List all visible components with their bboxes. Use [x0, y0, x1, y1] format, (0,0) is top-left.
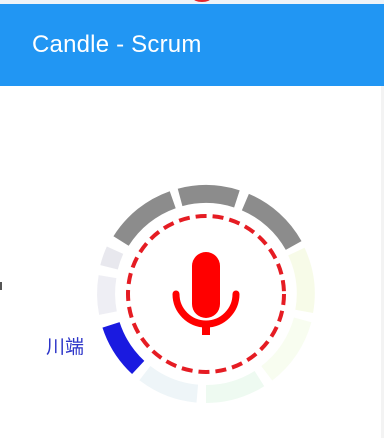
app-screen: Candle - Scrum 川端	[0, 0, 384, 438]
participant-label: 川端	[46, 337, 85, 358]
ring-segment-bottom-left	[139, 365, 199, 403]
mic-stand	[202, 321, 210, 335]
app-bar: Candle - Scrum	[0, 4, 384, 86]
ring-segment-left-upper	[100, 246, 124, 270]
edge-mark	[0, 282, 2, 290]
ring-segment-active	[102, 321, 145, 375]
notification-dot	[193, 0, 211, 2]
mic-capsule	[192, 252, 220, 318]
voice-visualizer[interactable]	[90, 178, 322, 410]
ring-segment-right-upper	[288, 247, 315, 313]
ring-segment-left-lower	[97, 275, 117, 315]
ring-segment-bottom-right	[205, 370, 265, 404]
app-title: Candle - Scrum	[32, 31, 202, 58]
ring-segment-top	[177, 185, 240, 208]
